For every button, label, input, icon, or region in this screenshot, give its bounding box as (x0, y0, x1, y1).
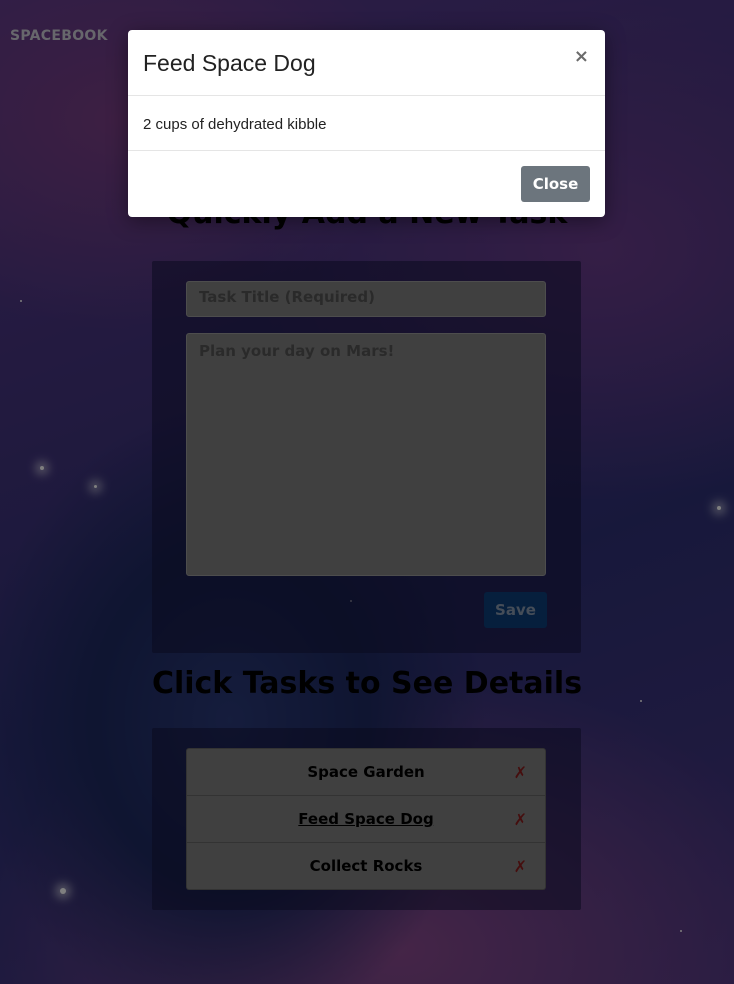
modal-body: 2 cups of dehydrated kibble (128, 96, 605, 151)
modal-title: Feed Space Dog (143, 50, 316, 76)
task-description: 2 cups of dehydrated kibble (143, 116, 327, 133)
close-button[interactable]: Close (521, 166, 590, 202)
close-icon[interactable]: × (574, 46, 589, 67)
modal-footer: Close (128, 151, 605, 218)
task-details-modal: Feed Space Dog × 2 cups of dehydrated ki… (128, 30, 605, 217)
modal-header: Feed Space Dog × (128, 30, 605, 96)
